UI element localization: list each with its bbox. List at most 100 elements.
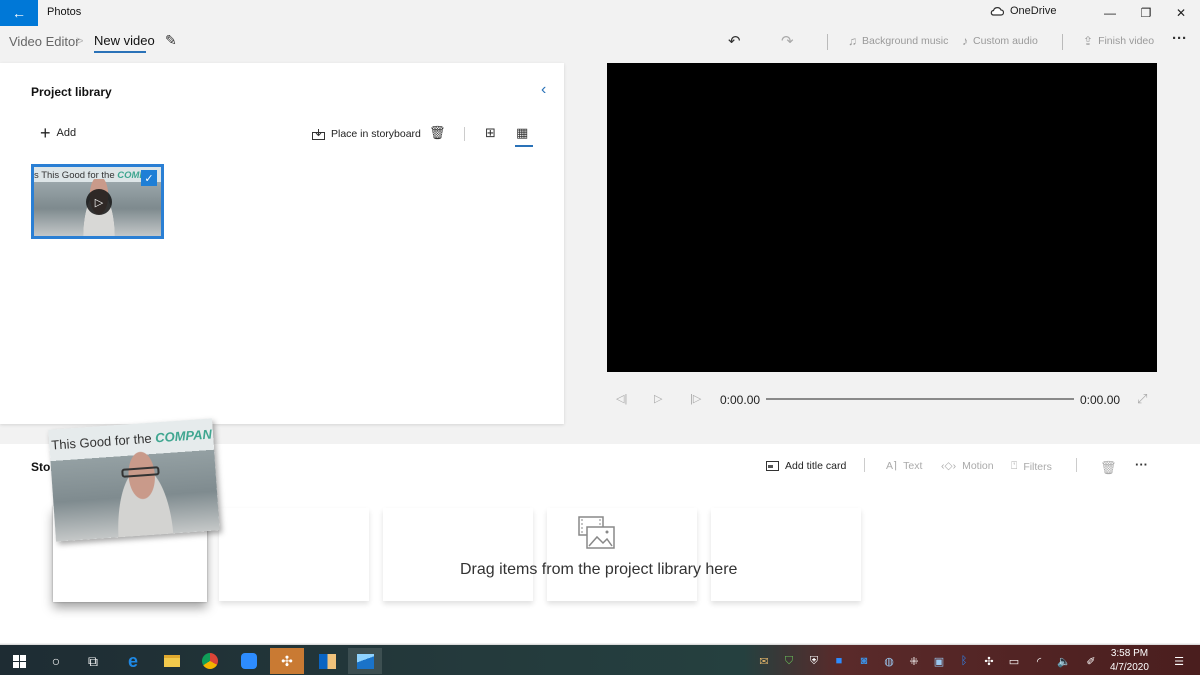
storyboard-slot[interactable] xyxy=(383,508,533,601)
storyboard-delete-button[interactable]: 🗑 xyxy=(1100,460,1117,476)
filters-icon: ⍞ xyxy=(1011,460,1018,472)
search-button[interactable]: ○ xyxy=(39,648,73,674)
delete-button[interactable]: 🗑 xyxy=(429,125,446,141)
cloud-icon xyxy=(990,7,1004,16)
close-button[interactable]: ✕ xyxy=(1161,2,1200,24)
toolbar-divider xyxy=(827,34,828,50)
back-arrow-icon: ← xyxy=(12,5,26,21)
volume-tray-icon[interactable]: 🔈 xyxy=(1055,652,1073,670)
app-title: Photos xyxy=(47,6,82,18)
project-library-title: Project library xyxy=(31,85,112,99)
fullscreen-icon[interactable]: ⤢ xyxy=(1137,391,1147,407)
custom-audio-label: Custom audio xyxy=(973,35,1038,47)
dragged-video-person xyxy=(104,446,182,541)
motion-button[interactable]: ‹◇› Motion xyxy=(941,460,994,472)
clock-date: 4/7/2020 xyxy=(1110,662,1149,673)
clock[interactable]: 3:58 PM 4/7/2020 xyxy=(1110,647,1149,675)
background-music-label: Background music xyxy=(862,35,949,47)
maximize-button[interactable]: ❐ xyxy=(1126,2,1166,24)
photos-taskbar-icon[interactable] xyxy=(348,648,382,674)
slack-icon: ✣ xyxy=(281,652,293,669)
slack-taskbar-icon[interactable]: ✣ xyxy=(270,648,304,674)
collapse-library-button[interactable]: ‹ xyxy=(541,81,546,99)
app-tray-icon[interactable]: ◍ xyxy=(880,652,898,670)
dropbox-tray-icon[interactable]: ⁜ xyxy=(905,652,923,670)
notifications-icon[interactable]: ☰ xyxy=(1170,652,1188,670)
storyboard-slot[interactable] xyxy=(711,508,861,601)
nav-bar: Video Editor > New video ✎ ↶ ↷ ♫ Backgro… xyxy=(0,26,1200,58)
undo-icon[interactable]: ↶ xyxy=(728,32,741,50)
add-title-card-button[interactable]: Add title card xyxy=(766,460,846,472)
add-label: Add xyxy=(56,127,77,139)
storyboard-slot[interactable] xyxy=(219,508,369,601)
breadcrumb-current: New video xyxy=(94,33,155,48)
add-button[interactable]: + Add xyxy=(40,123,77,143)
media-placeholder-icon xyxy=(578,516,615,549)
task-view-icon: ⧉ xyxy=(88,652,98,669)
start-button[interactable] xyxy=(2,648,36,674)
next-frame-icon[interactable]: |▷ xyxy=(690,392,701,405)
storyboard-toolbar-divider xyxy=(1076,458,1077,472)
bluetooth-tray-icon[interactable]: ᛒ xyxy=(955,652,973,670)
grid-small-icon: ▦ xyxy=(516,125,529,140)
outlook-tray-icon[interactable]: ◙ xyxy=(855,652,873,670)
play-button[interactable]: ▷ xyxy=(654,392,662,405)
onedrive-label: OneDrive xyxy=(1010,5,1057,17)
security-tray-icon[interactable]: ⛉ xyxy=(780,652,798,670)
play-icon[interactable]: ▷ xyxy=(86,189,112,215)
more-options-button[interactable]: ··· xyxy=(1172,30,1187,47)
text-button[interactable]: A⌉ Text xyxy=(886,460,922,472)
file-explorer-taskbar-icon[interactable] xyxy=(155,648,189,674)
toolbar-divider xyxy=(1062,34,1063,50)
breadcrumb-video-editor[interactable]: Video Editor xyxy=(9,34,80,49)
small-thumbnails-button[interactable]: ▦ xyxy=(516,125,528,141)
pen-tray-icon[interactable]: ✐ xyxy=(1082,652,1100,670)
dragged-video-preview[interactable]: This Good for the COMPANY xyxy=(48,418,220,542)
selected-checkbox[interactable]: ✓ xyxy=(141,170,157,186)
zoom-tray-icon[interactable]: ■ xyxy=(830,652,848,670)
task-view-button[interactable]: ⧉ xyxy=(76,648,110,674)
pencil-icon[interactable]: ✎ xyxy=(165,32,177,49)
finish-video-label: Finish video xyxy=(1098,35,1155,47)
outlook-taskbar-icon[interactable] xyxy=(310,648,344,674)
large-thumbnails-button[interactable]: ⊞ xyxy=(485,125,496,141)
filters-button[interactable]: ⍞ Filters xyxy=(1011,460,1052,473)
plus-icon: + xyxy=(40,123,51,143)
text-icon: A⌉ xyxy=(886,460,898,472)
video-preview[interactable] xyxy=(607,63,1157,372)
text-label: Text xyxy=(903,460,923,472)
edge-taskbar-icon[interactable]: e xyxy=(116,648,150,674)
taskbar: ○ ⧉ e ✣ ✉ ⛉ ⛨ ■ ◙ ◍ ⁜ ▣ ᛒ ✣ ▭ ◜ 🔈 ✐ 3:58… xyxy=(0,644,1200,675)
background-music-button[interactable]: ♫ Background music xyxy=(848,34,948,48)
library-video-item[interactable]: s This Good for the COMPA ▷ ✓ xyxy=(31,164,164,239)
person-audio-icon: ♪ xyxy=(962,34,968,48)
title-card-icon xyxy=(766,461,779,471)
wifi-tray-icon[interactable]: ◜ xyxy=(1030,652,1048,670)
onedrive-button[interactable]: OneDrive xyxy=(990,5,1056,17)
library-toolbar-divider xyxy=(464,127,465,141)
mail-tray-icon[interactable]: ✉ xyxy=(755,652,773,670)
chrome-taskbar-icon[interactable] xyxy=(193,648,227,674)
previous-frame-icon[interactable]: ◁| xyxy=(616,392,627,405)
minimize-button[interactable]: — xyxy=(1090,2,1130,24)
defender-tray-icon[interactable]: ⛨ xyxy=(805,652,823,670)
drop-hint: Drag items from the project library here xyxy=(460,561,738,578)
storyboard-slot[interactable] xyxy=(547,508,697,601)
redo-icon[interactable]: ↷ xyxy=(781,32,794,50)
battery-tray-icon[interactable]: ▭ xyxy=(1005,652,1023,670)
motion-icon: ‹◇› xyxy=(941,460,957,472)
slack-tray-icon[interactable]: ✣ xyxy=(980,652,998,670)
storyboard-more-button[interactable]: ··· xyxy=(1135,457,1148,472)
breadcrumb-separator: > xyxy=(76,33,84,48)
place-in-storyboard-button[interactable]: Place in storyboard xyxy=(312,128,421,140)
custom-audio-button[interactable]: ♪ Custom audio xyxy=(962,34,1038,48)
place-in-storyboard-label: Place in storyboard xyxy=(331,128,421,140)
zoom-taskbar-icon[interactable] xyxy=(232,648,266,674)
finish-video-button[interactable]: ⇪ Finish video xyxy=(1083,34,1154,48)
seek-slider[interactable] xyxy=(766,398,1074,400)
grid-large-icon: ⊞ xyxy=(485,125,496,140)
share-icon: ⇪ xyxy=(1083,34,1094,48)
active-view-indicator xyxy=(515,145,533,147)
back-button[interactable]: ← xyxy=(0,0,38,26)
vpn-tray-icon[interactable]: ▣ xyxy=(930,652,948,670)
